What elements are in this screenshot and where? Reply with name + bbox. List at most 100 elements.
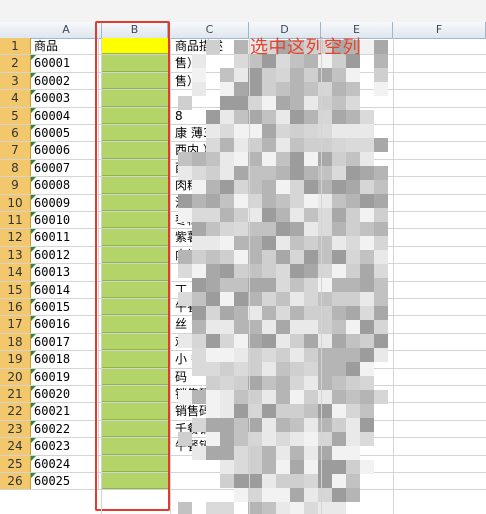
- row-header[interactable]: 12: [0, 229, 31, 246]
- row-header[interactable]: 2: [0, 55, 31, 72]
- cell-a[interactable]: 60009: [31, 194, 99, 211]
- cell-a[interactable]: 60012: [31, 246, 99, 264]
- row-header[interactable]: 25: [0, 455, 31, 472]
- cell-a[interactable]: 商品: [31, 38, 99, 55]
- redaction-pixel: [290, 222, 304, 236]
- row-header[interactable]: 11: [0, 212, 31, 229]
- cell-a[interactable]: 60008: [31, 177, 99, 194]
- cell-a[interactable]: 60015: [31, 299, 99, 316]
- redaction-pixel: [178, 208, 192, 222]
- cell-a[interactable]: 60003: [31, 90, 99, 107]
- redaction-pixel: [178, 390, 192, 404]
- cell-a[interactable]: 60024: [31, 455, 99, 472]
- redaction-pixel: [304, 348, 318, 362]
- redaction-pixel: [248, 502, 262, 514]
- redaction-pixel: [276, 474, 290, 488]
- row-header[interactable]: 3: [0, 72, 31, 90]
- cell-a[interactable]: 60010: [31, 212, 99, 229]
- redaction-pixel: [206, 292, 220, 306]
- redaction-pixel: [332, 502, 346, 514]
- redaction-pixel: [220, 418, 234, 432]
- redaction-pixel: [220, 166, 234, 180]
- row-header[interactable]: 22: [0, 403, 31, 420]
- cell-a[interactable]: 60023: [31, 438, 99, 455]
- row-header[interactable]: 7: [0, 142, 31, 159]
- column-header-f[interactable]: F: [393, 22, 486, 38]
- cell-a[interactable]: 60022: [31, 420, 99, 438]
- redaction-pixel: [220, 390, 234, 404]
- row-header[interactable]: 17: [0, 316, 31, 333]
- row-header[interactable]: 5: [0, 107, 31, 124]
- redaction-pixel: [206, 390, 220, 404]
- redaction-pixel: [290, 236, 304, 250]
- redaction-pixel: [346, 348, 360, 362]
- cell-a[interactable]: 60002: [31, 72, 99, 90]
- redaction-pixel: [374, 292, 388, 306]
- row-header[interactable]: 14: [0, 264, 31, 281]
- row-header[interactable]: 16: [0, 299, 31, 316]
- redaction-pixel: [346, 264, 360, 278]
- redaction-pixel: [346, 278, 360, 292]
- row-header[interactable]: 24: [0, 438, 31, 455]
- cell-a[interactable]: 60007: [31, 159, 99, 177]
- cell-a[interactable]: 60013: [31, 264, 99, 281]
- cell-a[interactable]: 60016: [31, 316, 99, 333]
- column-header-a[interactable]: A: [31, 22, 102, 38]
- cell-a[interactable]: 60020: [31, 386, 99, 403]
- cell-a[interactable]: 60004: [31, 107, 99, 124]
- row-header[interactable]: 21: [0, 386, 31, 403]
- redaction-pixel: [262, 264, 276, 278]
- redaction-pixel: [332, 236, 346, 250]
- redaction-pixel: [290, 180, 304, 194]
- redaction-pixel: [290, 96, 304, 110]
- redaction-pixel: [206, 418, 220, 432]
- redaction-pixel: [262, 110, 276, 124]
- redaction-pixel: [206, 264, 220, 278]
- column-header-c[interactable]: C: [171, 22, 249, 38]
- redaction-pixel: [304, 278, 318, 292]
- cell-a[interactable]: 60017: [31, 333, 99, 351]
- row-header[interactable]: 26: [0, 473, 31, 490]
- redaction-pixel: [360, 194, 374, 208]
- redaction-pixel: [234, 194, 248, 208]
- cell-a[interactable]: 60025: [31, 473, 99, 490]
- cell-a[interactable]: 60005: [31, 125, 99, 142]
- redaction-pixel: [360, 110, 374, 124]
- row-header[interactable]: 18: [0, 333, 31, 351]
- row-header[interactable]: 4: [0, 90, 31, 107]
- redaction-pixel: [248, 432, 262, 446]
- redaction-pixel: [290, 292, 304, 306]
- redaction-pixel: [234, 460, 248, 474]
- cell-a[interactable]: 60021: [31, 403, 99, 420]
- redaction-pixel: [234, 208, 248, 222]
- redaction-pixel: [290, 278, 304, 292]
- row-header[interactable]: 13: [0, 246, 31, 264]
- redaction-pixel: [248, 334, 262, 348]
- row-header[interactable]: 15: [0, 281, 31, 298]
- redaction-pixel: [206, 432, 220, 446]
- redaction-pixel: [332, 488, 346, 502]
- redaction-pixel: [360, 390, 374, 404]
- redaction-pixel: [220, 138, 234, 152]
- cell-a[interactable]: 60018: [31, 351, 99, 368]
- redaction-pixel: [234, 446, 248, 460]
- redaction-pixel: [220, 320, 234, 334]
- redaction-pixel: [360, 278, 374, 292]
- row-header[interactable]: 23: [0, 420, 31, 438]
- row-header[interactable]: 8: [0, 159, 31, 177]
- row-header[interactable]: 20: [0, 368, 31, 385]
- cell-a[interactable]: 60001: [31, 55, 99, 72]
- cell-a[interactable]: 60014: [31, 281, 99, 298]
- row-header[interactable]: 6: [0, 125, 31, 142]
- row-header[interactable]: 10: [0, 194, 31, 211]
- redaction-pixel: [220, 124, 234, 138]
- redaction-pixel: [304, 488, 318, 502]
- redaction-pixel: [178, 152, 192, 166]
- cell-a[interactable]: 60006: [31, 142, 99, 159]
- redaction-pixel: [206, 40, 220, 54]
- cell-a[interactable]: 60011: [31, 229, 99, 246]
- row-header[interactable]: 9: [0, 177, 31, 194]
- row-header[interactable]: 1: [0, 38, 31, 55]
- row-header[interactable]: 19: [0, 351, 31, 368]
- cell-a[interactable]: 60019: [31, 368, 99, 385]
